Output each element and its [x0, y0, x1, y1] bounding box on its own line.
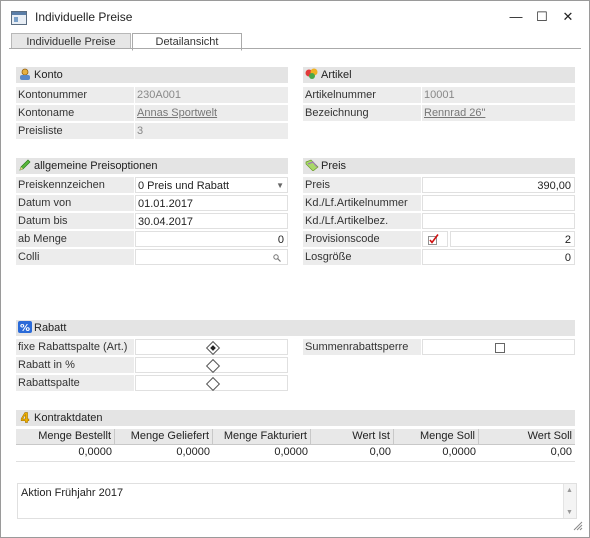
number-four-icon: 4 [20, 411, 29, 424]
ab-menge-field[interactable]: 0 [135, 231, 288, 247]
col-menge-soll[interactable]: Menge Soll [394, 429, 479, 444]
dropdown-arrow-icon[interactable]: ▼ [276, 178, 284, 194]
kd-lf-artikelnummer-label: Kd./Lf.Artikelnummer [303, 195, 421, 211]
artikelnummer-value: 10001 [422, 87, 575, 103]
section-rabatt-header: % Rabatt [16, 320, 575, 336]
magnifier-icon[interactable] [273, 254, 281, 262]
radio-diamond[interactable] [205, 358, 221, 374]
provisionscode-field[interactable]: 2 [450, 231, 575, 247]
section-kontrakt-header: 4 Kontraktdaten [16, 410, 575, 426]
checkmark-icon[interactable] [428, 234, 440, 245]
tab-individuelle-preise[interactable]: Individuelle Preise [11, 33, 131, 49]
section-konto-title: Konto [34, 69, 63, 81]
section-artikel-header: Artikel [303, 67, 575, 83]
preis-field[interactable]: 390,00 [422, 177, 575, 193]
section-artikel-title: Artikel [321, 69, 352, 81]
section-rabatt-title: Rabatt [34, 322, 67, 334]
kontoname-text[interactable]: Annas Sportwelt [137, 107, 217, 119]
section-preisoptionen-header: allgemeine Preisoptionen [16, 158, 288, 174]
preiskennzeichen-select[interactable]: 0 Preis und Rabatt ▼ [135, 177, 288, 193]
section-preis-header: Preis [303, 158, 575, 174]
kd-lf-artikelnummer-field[interactable] [422, 195, 575, 211]
kd-lf-artikelbez-field[interactable] [422, 213, 575, 229]
tab-divider [9, 48, 581, 49]
close-button[interactable]: ✕ [557, 7, 579, 27]
preiskennzeichen-label: Preiskennzeichen [16, 177, 134, 193]
cell-menge-fakturiert: 0,0000 [274, 446, 308, 458]
resize-grip-icon[interactable] [571, 519, 583, 531]
preisliste-value: 3 [135, 123, 288, 139]
minimize-button[interactable]: — [505, 7, 527, 27]
provisionscode-label: Provisionscode [303, 231, 421, 247]
rabatt-prozent-label: Rabatt in % [16, 357, 134, 373]
colli-field[interactable] [135, 249, 288, 265]
summenrabattsperre-checkbox-cell[interactable] [422, 339, 575, 355]
artikel-icon [305, 68, 318, 79]
cell-wert-soll: 0,00 [550, 446, 572, 458]
window-title: Individuelle Preise [35, 10, 133, 24]
window: Individuelle Preise — ☐ ✕ Individuelle P… [0, 0, 590, 538]
section-kontrakt-title: Kontraktdaten [34, 412, 103, 424]
colli-label: Colli [16, 249, 134, 265]
cell-menge-soll: 0,0000 [442, 446, 476, 458]
preis-label: Preis [303, 177, 421, 193]
rabatt-prozent-radio[interactable] [135, 357, 288, 374]
kontonummer-value: 230A001 [135, 87, 288, 103]
bezeichnung-label: Bezeichnung [303, 105, 421, 121]
kontrakt-table-row[interactable]: 0,0000 0,0000 0,0000 0,00 0,0000 0,00 [16, 445, 575, 462]
maximize-button[interactable]: ☐ [531, 7, 553, 27]
memo-text: Aktion Frühjahr 2017 [21, 487, 124, 499]
scroll-down-icon[interactable]: ▼ [566, 509, 573, 516]
app-window-icon [11, 11, 27, 25]
cell-menge-geliefert: 0,0000 [176, 446, 210, 458]
rabattspalte-radio[interactable] [135, 375, 288, 392]
pencil-icon [19, 159, 31, 171]
kontonummer-label: Kontonummer [16, 87, 134, 103]
scroll-up-icon[interactable]: ▲ [566, 487, 573, 494]
col-menge-fakturiert[interactable]: Menge Fakturiert [213, 429, 311, 444]
svg-text:4: 4 [20, 412, 29, 424]
datum-bis-field[interactable]: 30.04.2017 [135, 213, 288, 229]
memo-scrollbar[interactable]: ▲ ▼ [563, 484, 576, 518]
losgroesse-label: Losgröße [303, 249, 421, 265]
kontoname-link[interactable]: Annas Sportwelt [135, 105, 288, 121]
col-wert-soll[interactable]: Wert Soll [479, 429, 575, 444]
datum-von-label: Datum von [16, 195, 134, 211]
ab-menge-label: ab Menge [16, 231, 134, 247]
section-preis-title: Preis [321, 160, 347, 172]
percent-icon: % [18, 321, 32, 333]
losgroesse-field[interactable]: 0 [422, 249, 575, 265]
kontrakt-table-header: Menge Bestellt Menge Geliefert Menge Fak… [16, 429, 575, 445]
kontoname-label: Kontoname [16, 105, 134, 121]
title-bar: Individuelle Preise — ☐ ✕ [1, 1, 589, 33]
section-konto-header: Konto [16, 67, 288, 83]
fixe-rabattspalte-label: fixe Rabattspalte (Art.) [16, 339, 134, 355]
datum-bis-label: Datum bis [16, 213, 134, 229]
preiskennzeichen-value: 0 Preis und Rabatt [138, 180, 230, 192]
svg-text:%: % [20, 323, 30, 333]
konto-icon [20, 68, 30, 80]
bezeichnung-link[interactable]: Rennrad 26" [422, 105, 575, 121]
provisionscode-checkbox[interactable] [422, 231, 448, 247]
col-menge-bestellt[interactable]: Menge Bestellt [16, 429, 115, 444]
rabattspalte-label: Rabattspalte [16, 375, 134, 391]
kd-lf-artikelbez-label: Kd./Lf.Artikelbez. [303, 213, 421, 229]
artikelnummer-label: Artikelnummer [303, 87, 421, 103]
fixe-rabattspalte-radio[interactable] [135, 339, 288, 356]
col-wert-ist[interactable]: Wert Ist [311, 429, 394, 444]
cell-menge-bestellt: 0,0000 [78, 446, 112, 458]
preisliste-label: Preisliste [16, 123, 134, 139]
datum-von-field[interactable]: 01.01.2017 [135, 195, 288, 211]
bezeichnung-text[interactable]: Rennrad 26" [424, 107, 485, 119]
radio-diamond-selected[interactable] [205, 340, 221, 356]
cell-wert-ist: 0,00 [369, 446, 391, 458]
col-menge-geliefert[interactable]: Menge Geliefert [115, 429, 213, 444]
summenrabattsperre-checkbox[interactable] [495, 343, 505, 353]
memo-textarea[interactable]: Aktion Frühjahr 2017 ▲ ▼ [17, 483, 577, 519]
section-preisoptionen-title: allgemeine Preisoptionen [34, 160, 158, 172]
price-tag-icon [305, 159, 319, 171]
radio-diamond[interactable] [205, 376, 221, 392]
summenrabattsperre-label: Summenrabattsperre [303, 339, 421, 355]
